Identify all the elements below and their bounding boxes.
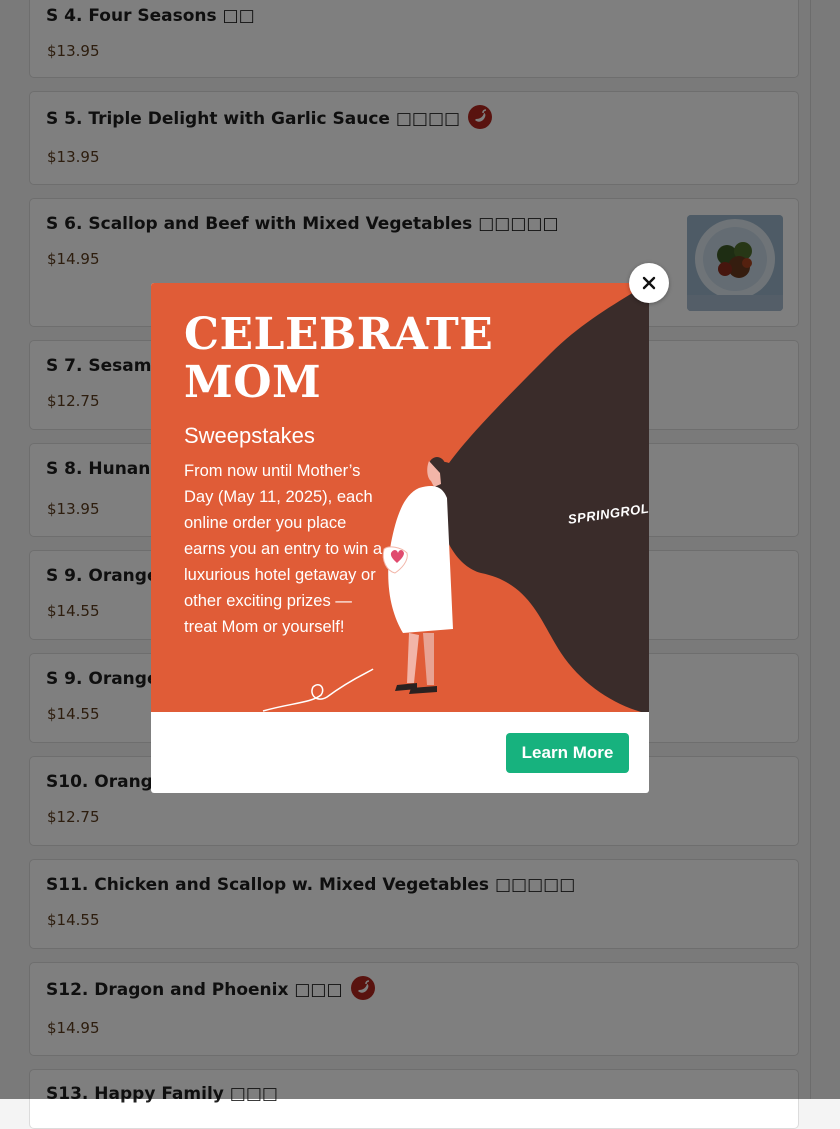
learn-more-button[interactable]: Learn More — [506, 733, 629, 773]
promo-headline-line2: MOM — [184, 357, 322, 408]
promo-banner: CELEBRATE MOM Sweepstakes From now until… — [151, 283, 649, 712]
promo-body: From now until Mother’s Day (May 11, 202… — [184, 462, 383, 636]
close-icon — [642, 276, 656, 290]
promo-headline-line1: CELEBRATE — [184, 309, 494, 360]
promo-modal: CELEBRATE MOM Sweepstakes From now until… — [151, 283, 649, 793]
close-button[interactable] — [629, 263, 669, 303]
promo-headline: CELEBRATE MOM — [184, 311, 504, 407]
promo-subhead: Sweepstakes — [184, 423, 315, 448]
